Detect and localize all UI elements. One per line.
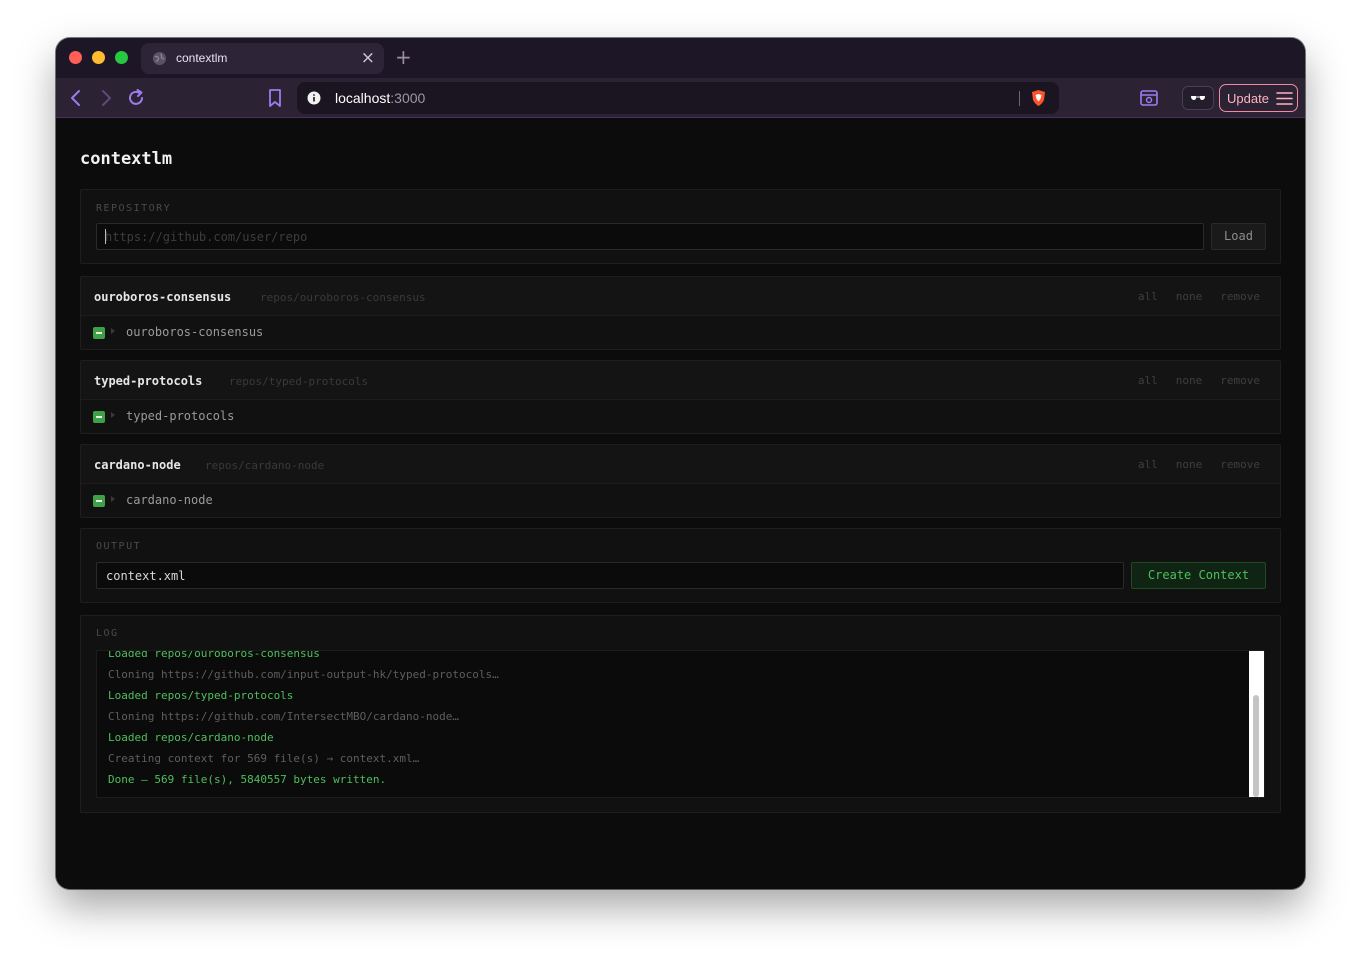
update-label: Update <box>1227 91 1269 106</box>
select-all-link[interactable]: all <box>1138 374 1158 387</box>
remove-repo-link[interactable]: remove <box>1220 290 1260 303</box>
expand-caret-icon[interactable] <box>111 412 115 418</box>
log-scrollbar[interactable] <box>1249 651 1264 797</box>
partial-checkbox[interactable] <box>93 327 105 339</box>
repository-panel: REPOSITORY Load <box>80 189 1281 264</box>
log-line: Cloning https://github.com/input-output-… <box>108 668 499 681</box>
log-line: Cloning https://github.com/IntersectMBO/… <box>108 710 459 723</box>
output-label: OUTPUT <box>96 541 142 552</box>
close-tab-icon[interactable]: × <box>361 48 375 68</box>
repo-actions: all none remove <box>1120 458 1260 471</box>
page-content: contextlm REPOSITORY Load ouroboros-cons… <box>56 119 1305 889</box>
repository-url-input[interactable] <box>96 223 1204 250</box>
tree-row: cardano-node <box>81 484 1280 518</box>
select-none-link[interactable]: none <box>1176 374 1203 387</box>
repo-header: cardano-node repos/cardano-node all none r… <box>81 445 1280 484</box>
repo-name: cardano-node <box>94 458 181 472</box>
brave-shield-icon[interactable] <box>1030 89 1047 107</box>
partial-checkbox[interactable] <box>93 495 105 507</box>
repo-path: repos/typed-protocols <box>229 375 369 388</box>
log-line: Creating context for 569 file(s) → conte… <box>108 752 420 765</box>
text-caret <box>105 229 106 244</box>
address-bar-divider <box>1019 91 1020 106</box>
repo-card: cardano-node repos/cardano-node all none r… <box>80 444 1281 518</box>
repo-name: ouroboros-consensus <box>94 290 232 304</box>
tree-row-name: cardano-node <box>126 493 213 507</box>
log-line: Done — 569 file(s), 5840557 bytes writte… <box>108 773 387 786</box>
tree-row: ouroboros-consensus <box>81 316 1280 350</box>
log-lines: Loaded repos/ouroboros-consensus Cloning… <box>108 650 499 790</box>
globe-icon <box>152 51 167 66</box>
tree-row: typed-protocols <box>81 400 1280 434</box>
create-context-button[interactable]: Create Context <box>1131 562 1266 589</box>
update-button[interactable]: Update <box>1219 84 1298 112</box>
expand-caret-icon[interactable] <box>111 496 115 502</box>
browser-toolbar: localhost:3000 Update <box>56 78 1305 118</box>
close-window-button[interactable] <box>69 51 82 64</box>
repo-actions: all none remove <box>1120 290 1260 303</box>
info-icon[interactable] <box>307 91 321 105</box>
bookmark-icon[interactable] <box>264 87 286 109</box>
tab-contextlm[interactable]: contextlm × <box>141 43 384 74</box>
repo-header: typed-protocols repos/typed-protocols al… <box>81 361 1280 400</box>
forward-icon[interactable] <box>95 87 117 109</box>
tree-row-name: ouroboros-consensus <box>126 325 264 339</box>
scrollbar-thumb[interactable] <box>1253 695 1259 797</box>
repo-header: ouroboros-consensus repos/ouroboros-cons… <box>81 277 1280 316</box>
glasses-icon <box>1191 96 1205 100</box>
url-host: localhost <box>335 90 391 106</box>
repo-card: ouroboros-consensus repos/ouroboros-cons… <box>80 276 1281 350</box>
tree-row-name: typed-protocols <box>126 409 235 423</box>
log-line: Loaded repos/ouroboros-consensus <box>108 650 320 660</box>
load-button[interactable]: Load <box>1211 223 1266 250</box>
page-title: contextlm <box>80 149 173 169</box>
log-output[interactable]: Loaded repos/ouroboros-consensus Cloning… <box>96 650 1265 798</box>
partial-checkbox[interactable] <box>93 411 105 423</box>
log-panel: LOG Loaded repos/ouroboros-consensus Clo… <box>80 615 1281 813</box>
remove-repo-link[interactable]: remove <box>1220 374 1260 387</box>
repo-path: repos/ouroboros-consensus <box>260 291 426 304</box>
repo-path: repos/cardano-node <box>205 459 325 472</box>
extension-icon[interactable] <box>1182 86 1214 110</box>
log-label: LOG <box>96 628 119 639</box>
remove-repo-link[interactable]: remove <box>1220 458 1260 471</box>
minimize-window-button[interactable] <box>92 51 105 64</box>
log-line: Loaded repos/cardano-node <box>108 731 274 744</box>
repo-actions: all none remove <box>1120 374 1260 387</box>
address-bar[interactable]: localhost:3000 <box>297 82 1059 114</box>
select-none-link[interactable]: none <box>1176 458 1203 471</box>
reload-icon[interactable] <box>125 87 147 109</box>
sidebar-icon[interactable] <box>1138 87 1160 109</box>
select-all-link[interactable]: all <box>1138 290 1158 303</box>
repo-name: typed-protocols <box>94 374 203 388</box>
repository-label: REPOSITORY <box>96 203 172 214</box>
select-none-link[interactable]: none <box>1176 290 1203 303</box>
output-panel: OUTPUT Create Context <box>80 528 1281 603</box>
url-port: :3000 <box>390 90 426 106</box>
url-text: localhost:3000 <box>335 90 425 106</box>
maximize-window-button[interactable] <box>115 51 128 64</box>
back-icon[interactable] <box>65 87 87 109</box>
output-filename-input[interactable] <box>96 562 1124 589</box>
log-line: Loaded repos/typed-protocols <box>108 689 294 702</box>
repo-card: typed-protocols repos/typed-protocols al… <box>80 360 1281 434</box>
expand-caret-icon[interactable] <box>111 328 115 334</box>
browser-window: contextlm × + localhost:3000 Update cont… <box>56 38 1305 889</box>
tab-bar: contextlm × + <box>56 38 1305 78</box>
tab-title: contextlm <box>176 51 228 65</box>
new-tab-button[interactable]: + <box>395 45 412 69</box>
select-all-link[interactable]: all <box>1138 458 1158 471</box>
menu-icon <box>1276 92 1293 105</box>
